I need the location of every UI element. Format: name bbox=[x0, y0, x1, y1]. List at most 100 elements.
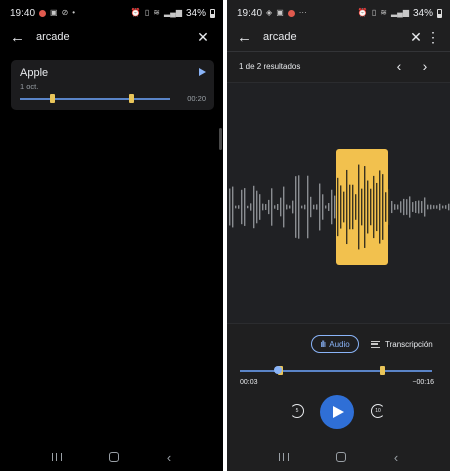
waveform-bar bbox=[268, 199, 270, 215]
waveform-bar bbox=[280, 197, 282, 217]
waveform-bar bbox=[424, 197, 426, 217]
alarm-icon: ⏰ bbox=[130, 8, 141, 17]
recording-card[interactable]: Apple 1 oct. 00:20 bbox=[11, 60, 214, 110]
search-match-marker bbox=[129, 94, 134, 103]
chevron-right-icon[interactable]: › bbox=[412, 59, 438, 73]
waveform-bar bbox=[340, 185, 342, 229]
more-horiz-icon: ··· bbox=[298, 8, 307, 17]
tab-transcription-label: Transcripción bbox=[385, 339, 433, 349]
status-bar: 19:40 ◈ ▣ ··· ⏰ ▯ ≋ ▂▄▆ 34% bbox=[227, 0, 450, 26]
waveform-bar bbox=[250, 203, 252, 211]
tab-transcription[interactable]: Transcripción bbox=[371, 335, 433, 353]
waveform-bar bbox=[355, 194, 357, 220]
waveform-bar bbox=[349, 184, 351, 230]
divider bbox=[227, 323, 450, 324]
waveform-bar bbox=[247, 205, 249, 209]
waveform-bar bbox=[430, 204, 432, 210]
waveform-bar bbox=[406, 199, 408, 215]
waveform-bar bbox=[367, 180, 369, 234]
waveform-bar bbox=[316, 204, 318, 210]
waveform-bar bbox=[445, 205, 447, 209]
waveform-bar bbox=[391, 200, 393, 214]
waveform-bar bbox=[418, 200, 420, 214]
back-icon[interactable]: ‹ bbox=[394, 451, 398, 464]
waveform-bar bbox=[385, 192, 387, 222]
rewind-icon[interactable]: 5 bbox=[290, 404, 304, 418]
close-icon[interactable]: ✕ bbox=[193, 30, 213, 44]
seek-track[interactable] bbox=[240, 370, 432, 372]
waveform-bar bbox=[436, 205, 438, 209]
recent-apps-icon[interactable] bbox=[51, 453, 62, 461]
arrow-left-icon[interactable]: ← bbox=[237, 30, 259, 45]
tab-audio[interactable]: ıllı Audio bbox=[311, 335, 359, 353]
divider bbox=[227, 51, 450, 52]
recent-apps-icon[interactable] bbox=[278, 453, 289, 461]
waveform-bar bbox=[235, 205, 237, 209]
seek-bar[interactable] bbox=[240, 366, 432, 380]
forward-icon[interactable]: 10 bbox=[371, 404, 385, 418]
play-button[interactable] bbox=[320, 395, 354, 429]
play-icon[interactable] bbox=[199, 68, 206, 76]
waveform-bar bbox=[334, 195, 336, 219]
waveform-bar bbox=[397, 204, 399, 210]
waveform-bar bbox=[283, 186, 285, 228]
close-icon[interactable]: ✕ bbox=[406, 30, 426, 44]
waveform-bar bbox=[286, 204, 288, 210]
waveform-bar bbox=[304, 204, 306, 210]
rewind-seconds: 5 bbox=[295, 408, 299, 414]
alarm-icon: ⏰ bbox=[357, 8, 368, 17]
waveform-bar bbox=[277, 203, 279, 211]
recording-title: Apple bbox=[20, 67, 49, 79]
notification-icon bbox=[39, 9, 47, 17]
wifi-icon: ≋ bbox=[153, 8, 160, 17]
waveform-bar bbox=[271, 188, 273, 226]
remaining-time: −00:16 bbox=[412, 379, 434, 386]
search-query[interactable]: arcade bbox=[36, 31, 193, 43]
status-time: 19:40 bbox=[237, 7, 263, 19]
waveform-bar bbox=[274, 205, 276, 209]
waveform-bar bbox=[364, 166, 366, 248]
waveform-bar bbox=[265, 204, 267, 210]
waveform-bar bbox=[346, 169, 348, 245]
view-toggle: ıllı Audio Transcripción bbox=[227, 335, 450, 353]
search-match-marker bbox=[49, 94, 55, 103]
vibrate-icon: ▯ bbox=[371, 8, 377, 17]
waveform-bar bbox=[262, 203, 264, 211]
waveform-bar bbox=[442, 205, 444, 209]
chevron-left-icon[interactable]: ‹ bbox=[386, 59, 412, 73]
recording-timeline[interactable] bbox=[20, 98, 170, 100]
scrollbar[interactable] bbox=[219, 128, 222, 150]
waveform-view[interactable] bbox=[227, 83, 450, 323]
waveform-bar bbox=[400, 201, 402, 213]
back-icon[interactable]: ‹ bbox=[167, 451, 171, 464]
waveform-bar bbox=[328, 203, 330, 211]
waveform-bar bbox=[409, 196, 411, 218]
home-icon[interactable] bbox=[109, 452, 120, 462]
elapsed-time: 00:03 bbox=[240, 379, 258, 386]
waveform-bar bbox=[358, 164, 360, 250]
waveform-bar bbox=[370, 188, 372, 226]
left-screen: 19:40 ▣ ⊘ • ⏰ ▯ ≋ ▂▄▆ 34% ← arcade ✕ App… bbox=[0, 0, 223, 471]
waveform-bar bbox=[322, 194, 324, 220]
more-vert-icon[interactable]: ⋮ bbox=[426, 30, 440, 44]
waveform-bar bbox=[382, 174, 384, 240]
image-icon: ▣ bbox=[50, 8, 58, 17]
battery-icon bbox=[437, 8, 442, 18]
results-count: 1 de 2 resultados bbox=[239, 61, 301, 71]
recording-duration: 00:20 bbox=[187, 94, 206, 103]
waveform-bar bbox=[298, 175, 300, 239]
waveform-bar bbox=[343, 191, 345, 223]
battery-percent: 34% bbox=[412, 7, 433, 19]
waveform-bar bbox=[373, 175, 375, 239]
wifi-icon: ≋ bbox=[380, 8, 387, 17]
waveform-bar bbox=[376, 182, 378, 232]
search-query[interactable]: arcade bbox=[263, 31, 406, 43]
waveform-bar bbox=[421, 201, 423, 213]
forward-seconds: 10 bbox=[375, 408, 381, 414]
waveform-bar bbox=[241, 189, 243, 225]
home-icon[interactable] bbox=[336, 452, 347, 462]
dot-icon: • bbox=[72, 8, 76, 17]
tab-audio-label: Audio bbox=[329, 339, 350, 349]
waveform-bar bbox=[229, 188, 231, 226]
arrow-left-icon[interactable]: ← bbox=[10, 30, 32, 45]
